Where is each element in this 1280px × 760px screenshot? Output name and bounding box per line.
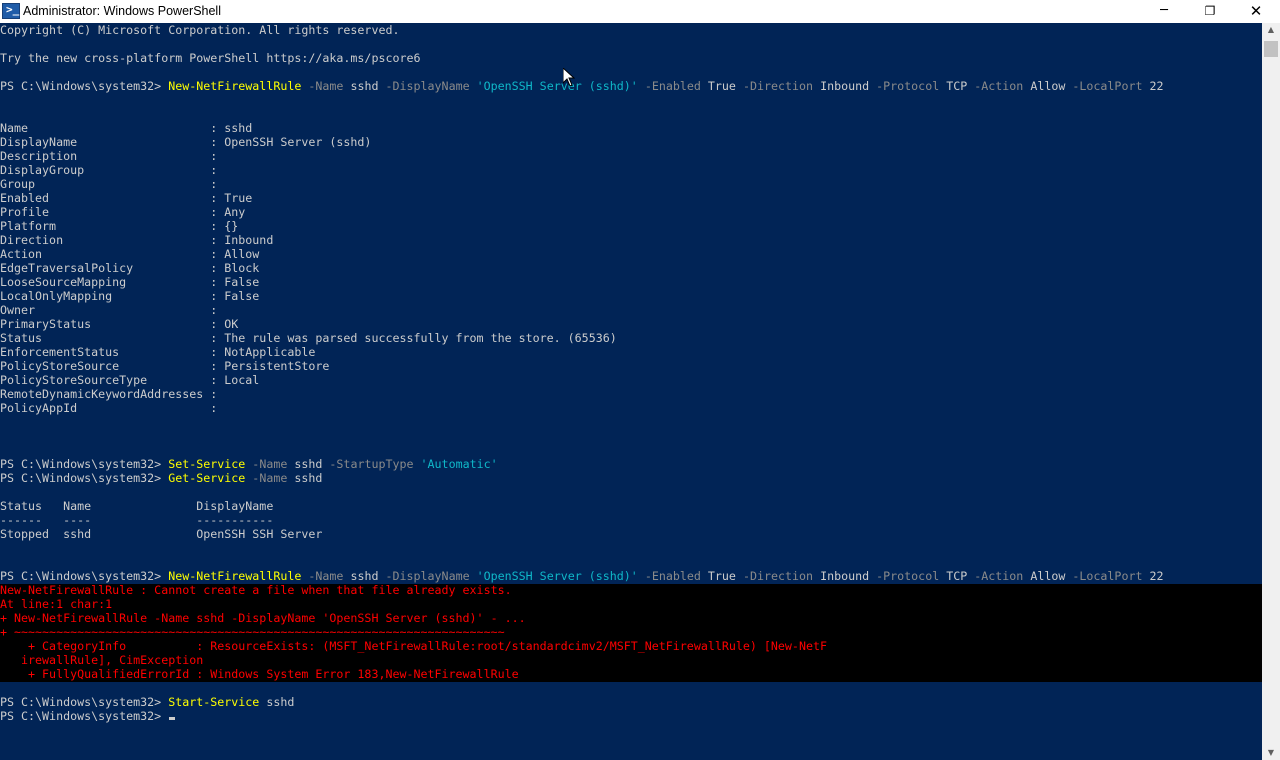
parameter: -Protocol	[869, 569, 947, 583]
parameter: -LocalPort	[1065, 79, 1150, 93]
vertical-scrollbar[interactable]: ▲ ▼	[1262, 23, 1280, 760]
parameter: -StartupType	[322, 457, 421, 471]
argument: sshd	[294, 471, 323, 485]
parameter: -Action	[967, 79, 1031, 93]
argument: sshd	[350, 79, 379, 93]
service-table-separator: ------ ---- -----------	[0, 513, 274, 527]
argument: 22	[1149, 79, 1164, 93]
copyright-line: Copyright (C) Microsoft Corporation. All…	[0, 23, 400, 37]
error-line: + FullyQualifiedErrorId : Windows System…	[0, 667, 519, 681]
console-output[interactable]: Copyright (C) Microsoft Corporation. All…	[0, 23, 1262, 760]
string-argument: 'Automatic'	[420, 457, 498, 471]
rule-output-line: Profile : Any	[0, 205, 246, 219]
argument: sshd	[259, 695, 295, 709]
parameter: -LocalPort	[1065, 569, 1150, 583]
scroll-down-icon[interactable]: ▼	[1262, 746, 1280, 760]
rule-output-line: Platform : {}	[0, 219, 239, 233]
service-table-row: Stopped sshd OpenSSH SSH Server	[0, 527, 323, 541]
string-argument: 'OpenSSH Server (sshd)'	[476, 569, 638, 583]
rule-output-line: DisplayGroup :	[0, 163, 218, 177]
powershell-icon: >_	[2, 3, 20, 19]
rule-output-line: PrimaryStatus : OK	[0, 317, 239, 331]
error-line: + CategoryInfo : ResourceExists: (MSFT_N…	[0, 639, 827, 653]
argument: Inbound	[820, 569, 870, 583]
prompt: PS C:\Windows\system32>	[0, 569, 169, 583]
parameter: -Enabled	[637, 79, 708, 93]
command-line-2: PS C:\Windows\system32> Set-Service -Nam…	[0, 457, 1262, 471]
cmdlet: Start-Service	[168, 695, 260, 709]
cmdlet: New-NetFirewallRule	[168, 79, 302, 93]
argument: Allow	[1030, 79, 1066, 93]
cmdlet: Set-Service	[168, 457, 246, 471]
prompt: PS C:\Windows\system32>	[0, 709, 169, 723]
text-cursor	[169, 717, 176, 720]
error-line: + New-NetFirewallRule -Name sshd -Displa…	[0, 611, 526, 625]
close-button[interactable]: ✕	[1233, 0, 1279, 23]
rule-output-line: EnforcementStatus : NotApplicable	[0, 345, 316, 359]
argument: Allow	[1030, 569, 1066, 583]
title-bar: >_ Administrator: Windows PowerShell ─ ❐…	[0, 0, 1280, 23]
argument: True	[707, 569, 736, 583]
argument: True	[707, 79, 736, 93]
window-title: Administrator: Windows PowerShell	[23, 4, 221, 18]
rule-output-line: RemoteDynamicKeywordAddresses :	[0, 387, 218, 401]
rule-output-line: LocalOnlyMapping : False	[0, 289, 260, 303]
restore-button[interactable]: ❐	[1187, 0, 1233, 23]
rule-output-line: DisplayName : OpenSSH Server (sshd)	[0, 135, 372, 149]
service-table-header: Status Name DisplayName	[0, 499, 274, 513]
rule-output-line: Direction : Inbound	[0, 233, 274, 247]
rule-output-line: Owner :	[0, 303, 218, 317]
prompt: PS C:\Windows\system32>	[0, 695, 169, 709]
try-line: Try the new cross-platform PowerShell ht…	[0, 51, 421, 65]
scroll-up-icon[interactable]: ▲	[1262, 23, 1280, 37]
parameter: -Name	[301, 79, 351, 93]
string-argument: 'OpenSSH Server (sshd)'	[476, 79, 638, 93]
parameter: -Name	[245, 457, 295, 471]
command-line-1: PS C:\Windows\system32> New-NetFirewallR…	[0, 79, 1262, 93]
parameter: -DisplayName	[378, 79, 477, 93]
minimize-button[interactable]: ─	[1141, 0, 1187, 23]
argument: 22	[1149, 569, 1164, 583]
parameter: -Enabled	[637, 569, 708, 583]
error-line: + ~~~~~~~~~~~~~~~~~~~~~~~~~~~~~~~~~~~~~~…	[0, 625, 505, 639]
scrollbar-thumb[interactable]	[1264, 41, 1278, 57]
parameter: -Direction	[735, 79, 821, 93]
rule-output-line: PolicyAppId :	[0, 401, 218, 415]
command-line-4: PS C:\Windows\system32> New-NetFirewallR…	[0, 569, 1262, 583]
prompt: PS C:\Windows\system32>	[0, 79, 169, 93]
rule-output-line: EdgeTraversalPolicy : Block	[0, 261, 260, 275]
argument: Inbound	[820, 79, 870, 93]
parameter: -Direction	[735, 569, 821, 583]
active-prompt-line[interactable]: PS C:\Windows\system32>	[0, 709, 1262, 723]
rule-output-line: Group :	[0, 177, 218, 191]
argument: TCP	[946, 79, 968, 93]
rule-output-line: Status : The rule was parsed successfull…	[0, 331, 617, 345]
rule-output-line: Name : sshd	[0, 121, 253, 135]
command-line-5: PS C:\Windows\system32> Start-Service ss…	[0, 695, 1262, 709]
parameter: -Action	[967, 569, 1031, 583]
parameter: -Name	[301, 569, 351, 583]
prompt: PS C:\Windows\system32>	[0, 471, 169, 485]
rule-output-line: Enabled : True	[0, 191, 253, 205]
prompt: PS C:\Windows\system32>	[0, 457, 169, 471]
rule-output-line: Action : Allow	[0, 247, 260, 261]
parameter: -DisplayName	[378, 569, 477, 583]
error-line: irewallRule], CimException	[0, 653, 204, 667]
rule-output-line: PolicyStoreSource : PersistentStore	[0, 359, 330, 373]
rule-output-line: PolicyStoreSourceType : Local	[0, 373, 260, 387]
powershell-icon-glyph: >_	[6, 3, 20, 16]
error-line: At line:1 char:1	[0, 597, 113, 611]
argument: sshd	[350, 569, 379, 583]
parameter: -Protocol	[869, 79, 947, 93]
rule-output-line: Description :	[0, 149, 218, 163]
argument: TCP	[946, 569, 968, 583]
argument: sshd	[294, 457, 323, 471]
cmdlet: Get-Service	[168, 471, 246, 485]
command-line-3: PS C:\Windows\system32> Get-Service -Nam…	[0, 471, 1262, 485]
error-line: New-NetFirewallRule : Cannot create a fi…	[0, 583, 512, 597]
rule-output-line: LooseSourceMapping : False	[0, 275, 260, 289]
cmdlet: New-NetFirewallRule	[168, 569, 302, 583]
parameter: -Name	[245, 471, 295, 485]
